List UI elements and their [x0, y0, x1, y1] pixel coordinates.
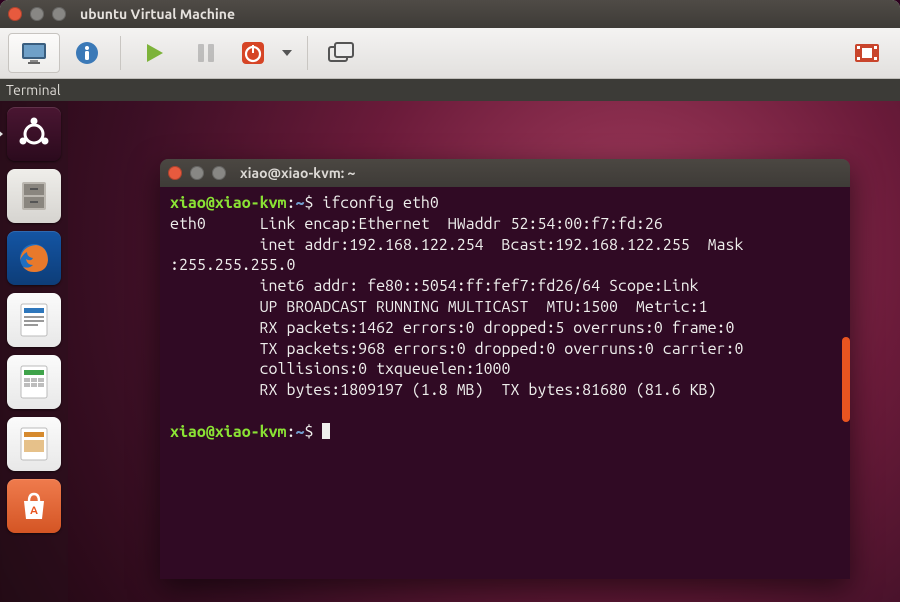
toolbar-separator	[120, 36, 121, 70]
launcher-firefox[interactable]	[7, 231, 61, 285]
output-line: eth0 Link encap:Ethernet HWaddr 52:54:00…	[170, 215, 663, 233]
monitor-button[interactable]	[8, 33, 60, 73]
vm-window: ubuntu Virtual Machine	[0, 0, 900, 602]
command-text: ifconfig eth0	[322, 194, 438, 212]
pause-icon	[195, 42, 217, 64]
prompt-user: xiao	[170, 423, 206, 441]
monitor-icon	[20, 41, 48, 65]
vm-toolbar	[0, 28, 900, 79]
document-writer-icon	[17, 301, 51, 339]
fullscreen-button[interactable]	[316, 34, 366, 72]
caret-down-icon	[282, 50, 292, 56]
guest-desktop[interactable]: A xiao@xiao-kvm: ~ xiao@xiao-kvm:~$ ifco…	[0, 101, 900, 602]
cursor	[322, 423, 330, 439]
file-cabinet-icon	[16, 178, 52, 214]
info-button[interactable]	[62, 34, 112, 72]
terminal-maximize-button[interactable]	[212, 166, 226, 180]
launcher-files[interactable]	[7, 169, 61, 223]
document-calc-icon	[17, 363, 51, 401]
terminal-title: xiao@xiao-kvm: ~	[240, 165, 355, 181]
output-line: inet6 addr: fe80::5054:ff:fef7:fd26/64 S…	[170, 277, 699, 295]
output-line: :255.255.255.0	[170, 256, 295, 274]
vm-minimize-button[interactable]	[30, 7, 44, 21]
shopping-bag-icon: A	[17, 489, 51, 523]
power-button[interactable]	[233, 34, 273, 72]
output-line: RX packets:1462 errors:0 dropped:5 overr…	[170, 319, 734, 337]
terminal-close-button[interactable]	[168, 166, 182, 180]
output-line: TX packets:968 errors:0 dropped:0 overru…	[170, 340, 743, 358]
screenshot-button[interactable]	[842, 34, 892, 72]
vm-titlebar[interactable]: ubuntu Virtual Machine	[0, 0, 900, 28]
launcher-impress[interactable]	[7, 417, 61, 471]
launcher-writer[interactable]	[7, 293, 61, 347]
prompt-user: xiao	[170, 194, 206, 212]
output-line: inet addr:192.168.122.254 Bcast:192.168.…	[170, 236, 743, 254]
power-dropdown[interactable]	[275, 34, 299, 72]
info-icon	[74, 40, 100, 66]
play-button[interactable]	[129, 34, 179, 72]
pause-button[interactable]	[181, 34, 231, 72]
play-icon	[142, 41, 166, 65]
launcher: A	[0, 101, 68, 602]
film-icon	[854, 43, 880, 63]
vm-maximize-button[interactable]	[52, 7, 66, 21]
terminal-window[interactable]: xiao@xiao-kvm: ~ xiao@xiao-kvm:~$ ifconf…	[160, 159, 850, 579]
prompt-host: xiao-kvm	[215, 194, 287, 212]
launcher-software[interactable]: A	[7, 479, 61, 533]
firefox-icon	[14, 238, 54, 278]
terminal-titlebar[interactable]: xiao@xiao-kvm: ~	[160, 159, 850, 187]
svg-text:A: A	[30, 505, 38, 517]
vm-menubar[interactable]: Terminal	[0, 79, 900, 101]
output-line: collisions:0 txqueuelen:1000	[170, 360, 510, 378]
multi-window-icon	[328, 42, 354, 64]
launcher-dash[interactable]	[7, 107, 61, 161]
ubuntu-logo-icon	[16, 116, 52, 152]
vm-close-button[interactable]	[8, 7, 22, 21]
launcher-calc[interactable]	[7, 355, 61, 409]
power-icon	[241, 41, 265, 65]
output-line: UP BROADCAST RUNNING MULTICAST MTU:1500 …	[170, 298, 708, 316]
terminal-scrollbar[interactable]	[842, 337, 850, 422]
toolbar-separator-2	[307, 36, 308, 70]
terminal-body[interactable]: xiao@xiao-kvm:~$ ifconfig eth0 eth0 Link…	[160, 187, 850, 579]
terminal-minimize-button[interactable]	[190, 166, 204, 180]
prompt-host: xiao-kvm	[215, 423, 287, 441]
document-impress-icon	[17, 425, 51, 463]
vm-title: ubuntu Virtual Machine	[80, 6, 235, 22]
output-line: RX bytes:1809197 (1.8 MB) TX bytes:81680…	[170, 381, 717, 399]
menubar-app-label[interactable]: Terminal	[6, 82, 61, 98]
